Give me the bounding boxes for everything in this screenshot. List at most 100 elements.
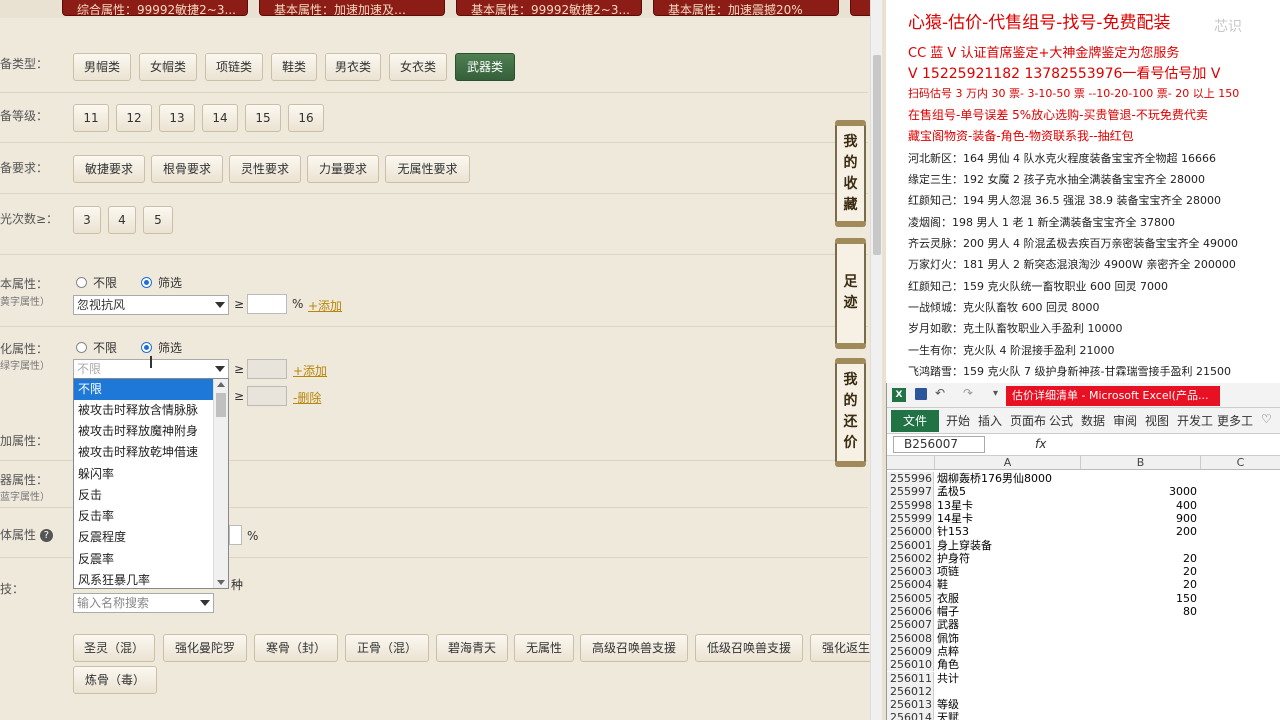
- row-number[interactable]: 255998: [887, 498, 934, 512]
- table-row[interactable]: 255997 孟极5 3000: [887, 485, 1280, 499]
- column-header[interactable]: A: [935, 456, 1081, 470]
- row-number[interactable]: 256011: [887, 671, 934, 685]
- table-row[interactable]: 255999 14星卡 900: [887, 511, 1280, 526]
- skill-tag[interactable]: 炼骨（毒）: [73, 666, 157, 694]
- save-icon[interactable]: [915, 388, 927, 400]
- column-header[interactable]: C: [1201, 456, 1280, 470]
- dropdown-option[interactable]: 躲闪率: [74, 464, 214, 485]
- cell-a[interactable]: 角色: [937, 658, 959, 671]
- excel-tab[interactable]: 更多工: [1217, 412, 1253, 429]
- table-row[interactable]: 256008 佩饰: [887, 631, 1280, 645]
- table-row[interactable]: 256007 武器: [887, 618, 1280, 632]
- equip-type-option[interactable]: 女衣类: [389, 53, 447, 81]
- cell-a[interactable]: 护身符: [937, 552, 970, 565]
- table-row[interactable]: 256001 身上穿装备: [887, 538, 1280, 552]
- fx-icon[interactable]: fx: [1035, 437, 1046, 451]
- excel-tab[interactable]: 视图: [1145, 412, 1169, 429]
- base-attr-radio-filter[interactable]: 筛选: [141, 274, 182, 291]
- cell-a[interactable]: 共计: [937, 672, 959, 685]
- dropdown-option[interactable]: 反震率: [74, 549, 214, 570]
- row-number[interactable]: 256013: [887, 698, 934, 712]
- cell-a[interactable]: 鞋: [937, 578, 948, 591]
- enhance-attr-dropdown[interactable]: 不限 被攻击时释放含情脉脉 被攻击时释放魔神附身 被攻击时释放乾坤借速 躲闪率 …: [73, 378, 229, 589]
- undo-icon[interactable]: ↶: [935, 386, 945, 400]
- row-number[interactable]: 255996: [887, 472, 934, 486]
- equip-type-option[interactable]: 鞋类: [271, 53, 317, 81]
- dropdown-option[interactable]: 反击: [74, 485, 214, 506]
- my-favorites-button[interactable]: 我的收藏: [835, 120, 866, 227]
- enhance-attr-radio-filter[interactable]: 筛选: [141, 339, 182, 356]
- excel-tab[interactable]: 开始: [946, 412, 970, 429]
- skill-tag[interactable]: 圣灵（混）: [73, 634, 155, 662]
- equip-type-option[interactable]: 女帽类: [139, 53, 197, 81]
- row-number[interactable]: 256004: [887, 578, 934, 592]
- body-attr-value-input[interactable]: [229, 525, 242, 545]
- skill-tag[interactable]: 无属性: [514, 634, 574, 662]
- dropdown-option[interactable]: 风系狂暴几率: [74, 570, 214, 588]
- row-number[interactable]: 256007: [887, 618, 934, 632]
- skill-tag[interactable]: 低级召唤兽支援: [695, 634, 803, 662]
- table-row[interactable]: 256009 点粹: [887, 644, 1280, 659]
- dropdown-scrollbar[interactable]: [213, 379, 228, 588]
- dropdown-option[interactable]: 被攻击时释放魔神附身: [74, 421, 214, 442]
- ribbon-collapse-icon[interactable]: ♡: [1261, 412, 1272, 426]
- cell-a[interactable]: 点粹: [937, 645, 959, 658]
- skill-tag[interactable]: 强化返生: [810, 634, 870, 662]
- base-attr-radio-any[interactable]: 不限: [76, 274, 117, 291]
- enhance-attr-radio-any[interactable]: 不限: [76, 339, 117, 356]
- table-row[interactable]: 256002 护身符 20: [887, 551, 1280, 566]
- cell-a[interactable]: 13星卡: [937, 499, 973, 512]
- cell-a[interactable]: 武器: [937, 618, 959, 631]
- equip-req-option[interactable]: 敏捷要求: [73, 155, 145, 183]
- dropdown-option[interactable]: 被攻击时释放乾坤借速: [74, 442, 214, 463]
- quick-access-dropdown-icon[interactable]: ▾: [993, 388, 998, 399]
- cell-b[interactable]: 80: [1081, 605, 1197, 618]
- base-attr-add-link[interactable]: +添加: [308, 297, 342, 314]
- equip-level-option[interactable]: 14: [202, 104, 238, 132]
- enhance-attr-value-input[interactable]: [247, 359, 287, 379]
- cell-b[interactable]: 20: [1081, 565, 1197, 578]
- help-icon[interactable]: ?: [39, 529, 53, 542]
- cell-a[interactable]: 衣服: [937, 592, 959, 605]
- table-row[interactable]: 256014 天赋: [887, 711, 1280, 720]
- top-tab-5[interactable]: [850, 0, 870, 16]
- cell-b[interactable]: 150: [1081, 592, 1197, 605]
- equip-level-option[interactable]: 16: [288, 104, 324, 132]
- table-row[interactable]: 256010 角色: [887, 658, 1280, 672]
- excel-file-tab[interactable]: 文件: [891, 410, 939, 432]
- dropdown-option[interactable]: 被攻击时释放含情脉脉: [74, 400, 214, 421]
- skill-tag[interactable]: 寒骨（封）: [254, 634, 338, 662]
- cell-a[interactable]: 项链: [937, 565, 959, 578]
- equip-level-option[interactable]: 13: [159, 104, 195, 132]
- enhance-attr-add-link[interactable]: +添加: [293, 362, 327, 379]
- equip-req-option[interactable]: 根骨要求: [151, 155, 223, 183]
- cell-a[interactable]: 等级: [937, 698, 959, 711]
- table-row[interactable]: 255998 13星卡 400: [887, 498, 1280, 512]
- glow-count-option[interactable]: 5: [143, 206, 173, 234]
- dropdown-option-highlighted[interactable]: 不限: [74, 379, 214, 400]
- top-tab-2[interactable]: 基本属性：加速加速及…: [259, 0, 445, 16]
- table-row[interactable]: 256011 共计: [887, 671, 1280, 685]
- table-row[interactable]: 256006 帽子 80: [887, 605, 1280, 619]
- cell-b[interactable]: 400: [1081, 499, 1197, 512]
- dropdown-scroll-thumb[interactable]: [216, 393, 226, 417]
- column-header[interactable]: B: [1081, 456, 1201, 470]
- dropdown-option[interactable]: 反击率: [74, 506, 214, 527]
- page-scrollbar[interactable]: [870, 0, 882, 720]
- table-row[interactable]: 256000 针153 200: [887, 525, 1280, 539]
- table-row[interactable]: 256003 项链 20: [887, 565, 1280, 579]
- cell-b[interactable]: 3000: [1081, 485, 1197, 498]
- cell-b[interactable]: 20: [1081, 578, 1197, 591]
- top-tab-3[interactable]: 基本属性：99992敏捷2~3...: [456, 0, 642, 16]
- redo-icon[interactable]: ↷: [963, 386, 973, 400]
- skill-search-input[interactable]: 输入名称搜索: [73, 593, 214, 613]
- excel-tab[interactable]: 数据: [1081, 412, 1105, 429]
- equip-type-option[interactable]: 男帽类: [73, 53, 131, 81]
- skill-tag[interactable]: 碧海青天: [436, 634, 508, 662]
- glow-count-option[interactable]: 4: [108, 206, 136, 234]
- cell-a[interactable]: 身上穿装备: [937, 539, 992, 552]
- table-row[interactable]: 255996 烟柳轰桥176男仙8000: [887, 472, 1280, 486]
- excel-name-box[interactable]: B256007: [893, 436, 985, 453]
- glow-count-option[interactable]: 3: [73, 206, 101, 234]
- cell-a[interactable]: 14星卡: [937, 512, 973, 525]
